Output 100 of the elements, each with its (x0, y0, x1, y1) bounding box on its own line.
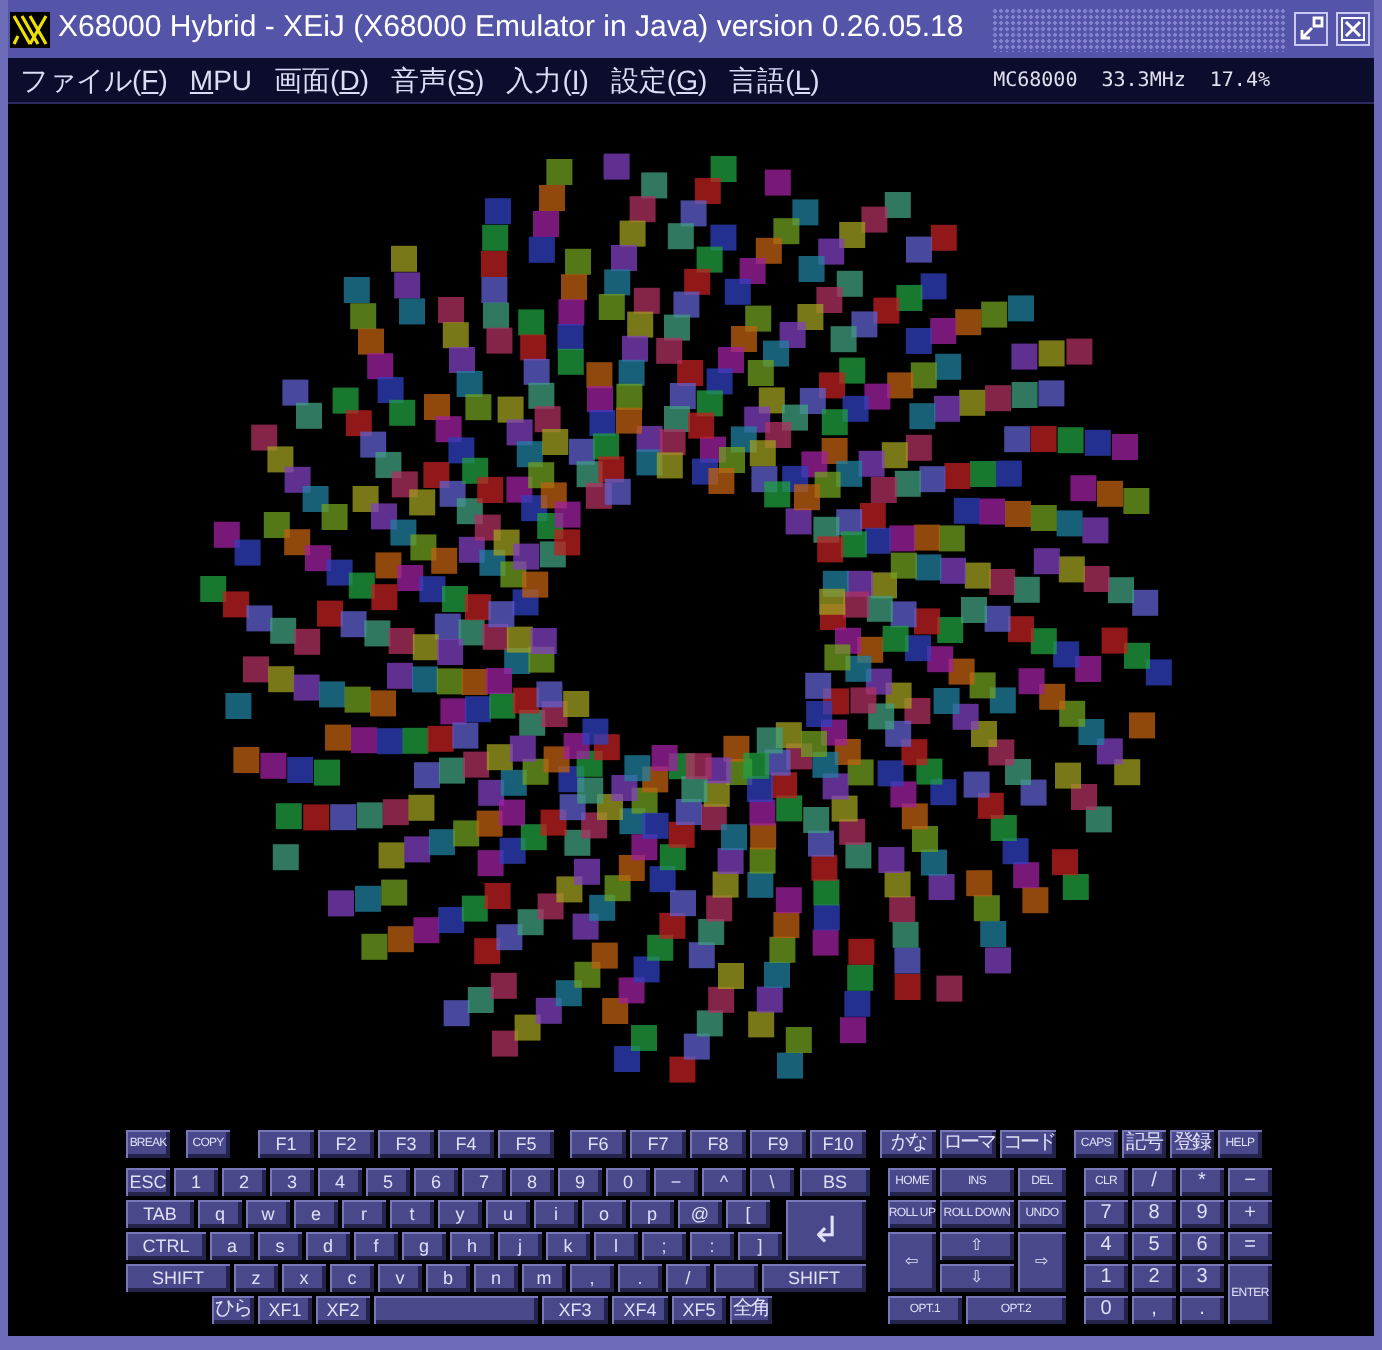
keyboard-key[interactable]: SHIFT (762, 1264, 866, 1292)
keyboard-key[interactable]: F10 (810, 1130, 866, 1158)
keyboard-key[interactable]: o (582, 1200, 626, 1228)
keyboard-key[interactable]: q (198, 1200, 242, 1228)
keyboard-key[interactable]: F5 (498, 1130, 554, 1158)
keyboard-key[interactable]: l (594, 1232, 638, 1260)
menu-item[interactable]: 言語(L) (729, 59, 820, 101)
keyboard-key[interactable]: 5 (366, 1168, 410, 1196)
keyboard-key[interactable]: g (402, 1232, 446, 1260)
keyboard-key[interactable]: [ (726, 1200, 770, 1228)
keyboard-key[interactable]: 0 (606, 1168, 650, 1196)
keyboard-key[interactable]: , (570, 1264, 614, 1292)
keyboard-key[interactable]: @ (678, 1200, 722, 1228)
close-icon[interactable] (1336, 12, 1370, 46)
keyboard-key[interactable]: e (294, 1200, 338, 1228)
keyboard-key[interactable]: 8 (1132, 1200, 1176, 1228)
keyboard-key[interactable]: 5 (1132, 1232, 1176, 1260)
keyboard-key[interactable]: t (390, 1200, 434, 1228)
keyboard-key[interactable]: ⇧ (940, 1232, 1014, 1260)
keyboard-key[interactable]: 7 (462, 1168, 506, 1196)
keyboard-key[interactable]: ⇦ (888, 1232, 936, 1292)
keyboard-key[interactable]: 登録 (1170, 1130, 1214, 1158)
keyboard-key[interactable]: , (1132, 1296, 1176, 1324)
keyboard-key[interactable]: s (258, 1232, 302, 1260)
keyboard-key[interactable]: 4 (318, 1168, 362, 1196)
keyboard-key[interactable]: : (690, 1232, 734, 1260)
keyboard-key[interactable]: 9 (558, 1168, 602, 1196)
keyboard-key[interactable]: j (498, 1232, 542, 1260)
keyboard-key[interactable]: TAB (126, 1200, 194, 1228)
space-key[interactable] (374, 1296, 538, 1324)
keyboard-key[interactable]: w (246, 1200, 290, 1228)
keyboard-key[interactable]: / (1132, 1168, 1176, 1196)
keyboard-key[interactable]: 1 (1084, 1264, 1128, 1292)
keyboard-key[interactable]: 9 (1180, 1200, 1224, 1228)
keyboard-key[interactable]: d (306, 1232, 350, 1260)
keyboard-key[interactable]: XF5 (672, 1296, 726, 1324)
keyboard-key[interactable]: a (210, 1232, 254, 1260)
keyboard-key[interactable]: u (486, 1200, 530, 1228)
keyboard-key[interactable]: 4 (1084, 1232, 1128, 1260)
menu-item[interactable]: ファイル(F) (20, 59, 168, 101)
keyboard-key[interactable]: p (630, 1200, 674, 1228)
keyboard-key[interactable]: 2 (1132, 1264, 1176, 1292)
keyboard-key[interactable]: コード (1000, 1130, 1056, 1158)
keyboard-key[interactable]: XF2 (316, 1296, 370, 1324)
keyboard-key[interactable]: F1 (258, 1130, 314, 1158)
keyboard-key[interactable]: かな (880, 1130, 936, 1158)
keyboard-key[interactable]: SHIFT (126, 1264, 230, 1292)
menu-item[interactable]: 入力(I) (506, 59, 589, 101)
keyboard-key[interactable]: CTRL (126, 1232, 206, 1260)
keyboard-key[interactable]: F7 (630, 1130, 686, 1158)
keyboard-key[interactable]: ローマ (940, 1130, 996, 1158)
keyboard-key[interactable]: 3 (1180, 1264, 1224, 1292)
keyboard-key[interactable]: XF4 (612, 1296, 668, 1324)
keyboard-key[interactable]: . (1180, 1296, 1224, 1324)
keyboard-key[interactable]: v (378, 1264, 422, 1292)
keyboard-key[interactable]: BS (800, 1168, 870, 1196)
keyboard-key[interactable]: 8 (510, 1168, 554, 1196)
restore-icon[interactable] (1294, 12, 1328, 46)
menu-item[interactable]: 設定(G) (610, 59, 708, 101)
keyboard-key[interactable]: h (450, 1232, 494, 1260)
keyboard-key[interactable]: / (666, 1264, 710, 1292)
keyboard-key[interactable]: 6 (414, 1168, 458, 1196)
keyboard-key[interactable]: ] (738, 1232, 782, 1260)
keyboard-key[interactable]: F6 (570, 1130, 626, 1158)
keyboard-key[interactable]: XF3 (542, 1296, 608, 1324)
keyboard-key[interactable]: 3 (270, 1168, 314, 1196)
return-key[interactable]: ↲ (786, 1200, 866, 1260)
keyboard-key[interactable]: + (1228, 1200, 1272, 1228)
keyboard-key[interactable]: n (474, 1264, 518, 1292)
keyboard-key[interactable]: 7 (1084, 1200, 1128, 1228)
keyboard-key[interactable]: i (534, 1200, 578, 1228)
keyboard-key[interactable]: ^ (702, 1168, 746, 1196)
keyboard-key[interactable]: 1 (174, 1168, 218, 1196)
keyboard-key[interactable]: F9 (750, 1130, 806, 1158)
keyboard-key[interactable]: ⇩ (940, 1264, 1014, 1292)
keyboard-key[interactable]: − (1228, 1168, 1272, 1196)
keyboard-key[interactable]: x (282, 1264, 326, 1292)
keyboard-key[interactable]: c (330, 1264, 374, 1292)
menu-item[interactable]: 音声(S) (391, 59, 485, 101)
keyboard-key[interactable]: k (546, 1232, 590, 1260)
blank-key[interactable] (714, 1264, 758, 1292)
keyboard-key[interactable]: 0 (1084, 1296, 1128, 1324)
keyboard-key[interactable]: = (1228, 1232, 1272, 1260)
menu-item[interactable]: MPU (189, 59, 253, 101)
keyboard-key[interactable]: . (618, 1264, 662, 1292)
menu-item[interactable]: 画面(D) (274, 59, 369, 101)
keyboard-key[interactable]: z (234, 1264, 278, 1292)
keyboard-key[interactable]: r (342, 1200, 386, 1228)
keyboard-key[interactable]: b (426, 1264, 470, 1292)
keyboard-key[interactable]: ひら (212, 1296, 254, 1324)
keyboard-key[interactable]: F8 (690, 1130, 746, 1158)
keyboard-key[interactable]: 全角 (730, 1296, 772, 1324)
keyboard-key[interactable]: F4 (438, 1130, 494, 1158)
keyboard-key[interactable]: F2 (318, 1130, 374, 1158)
keyboard-key[interactable]: f (354, 1232, 398, 1260)
keyboard-key[interactable]: XF1 (258, 1296, 312, 1324)
keyboard-key[interactable]: * (1180, 1168, 1224, 1196)
keyboard-key[interactable]: ; (642, 1232, 686, 1260)
keyboard-key[interactable]: \ (750, 1168, 794, 1196)
keyboard-key[interactable]: F3 (378, 1130, 434, 1158)
